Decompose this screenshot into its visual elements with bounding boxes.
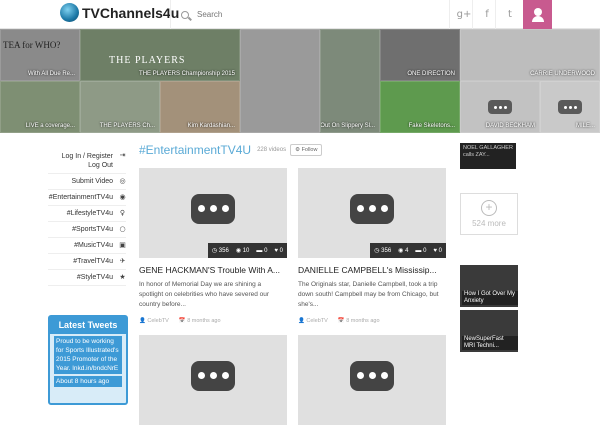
banner-tile[interactable]: Kid Wipes Out On Slippery Sl... — [320, 29, 380, 133]
video-stats: ◷ 356 ◉ 4 ▬ 0 ♥ 0 — [370, 243, 446, 258]
logo-text: TVChannels4u — [82, 4, 180, 21]
user-icon[interactable] — [523, 0, 552, 29]
sidebar-item[interactable]: Submit Video ◎ — [48, 174, 126, 190]
latest-tweets-widget: Latest Tweets Proud to be working for Sp… — [48, 315, 128, 405]
video-thumbnail[interactable]: ◷ 356 ◉ 10 ▬ 0 ♥ 0 — [139, 168, 287, 258]
video-title[interactable]: DANIELLE CAMPBELL's Mississip... — [298, 265, 446, 275]
video-card[interactable] — [298, 335, 446, 425]
tweets-title: Latest Tweets — [50, 317, 126, 334]
banner-caption: With All Due Re... — [27, 71, 75, 77]
banner-caption: DAVID BECKHAM — [485, 123, 535, 129]
follow-button[interactable]: ⚙ Follow — [290, 144, 323, 156]
search-input[interactable] — [197, 10, 397, 19]
search-bar[interactable] — [170, 0, 449, 29]
banner-tile[interactable] — [240, 29, 320, 133]
banner-tile[interactable]: THE PLAYERS THE PLAYERS Championship 2015 — [80, 29, 240, 81]
video-title[interactable]: GENE HACKMAN'S Trouble With A... — [139, 265, 287, 275]
video-description: The Originals star, Danielle Campbell, t… — [298, 281, 439, 308]
globe-icon — [60, 3, 79, 22]
more-videos-button[interactable]: + 524 more — [460, 193, 518, 235]
right-column: NOEL GALLAGHER calls ZAY... + 524 more H… — [460, 143, 518, 352]
banner-caption: THE PLAYERS Championship 2015 — [139, 71, 235, 77]
nav-icon: ★ — [119, 273, 126, 281]
sidebar-item[interactable]: #SportsTV4u ○ — [48, 222, 126, 238]
sidebar-item[interactable]: #TravelTV4u ✈ — [48, 254, 126, 270]
nav-icon: ✈ — [119, 257, 126, 265]
banner-caption: Kid Wipes Out On Slippery Sl... — [320, 123, 375, 129]
tweet-time: About 8 hours ago — [54, 376, 122, 387]
nav-icon: ▣ — [119, 241, 126, 249]
play-icon — [191, 360, 235, 391]
side-video[interactable]: How I Got Over My Anxiety — [460, 265, 518, 307]
promo-tile[interactable]: NOEL GALLAGHER calls ZAY... — [460, 143, 516, 169]
banner-tile[interactable]: ONE DIRECTION — [380, 29, 460, 81]
nav-icon: ◉ — [119, 193, 126, 201]
banner-caption: CARRIE UNDERWOOD — [530, 71, 595, 77]
banner-tile[interactable]: LIVE a coverage... — [0, 81, 80, 133]
main-content: #EntertainmentTV4U 228 videos ⚙ Follow — [139, 140, 449, 160]
banner-caption: THE PLAYERS Ch... — [99, 123, 155, 129]
banner-tile[interactable]: Kim Kardashian... — [160, 81, 240, 133]
top-bar: TVChannels4u g+ f t — [0, 0, 600, 29]
sidebar-item[interactable]: #LifestyleTV4u ♀ — [48, 206, 126, 222]
search-icon — [181, 10, 189, 19]
video-thumbnail[interactable] — [139, 335, 287, 425]
sidebar-item[interactable]: #StyleTV4u ★ — [48, 270, 126, 286]
video-placeholder-icon — [558, 100, 582, 114]
banner-caption: Fake Skeletons... — [408, 123, 455, 129]
twitter-icon[interactable]: t — [495, 0, 524, 29]
page-title: #EntertainmentTV4U — [139, 143, 252, 157]
banner-caption: Kim Kardashian... — [187, 123, 235, 129]
sidebar: Log In / Register Log Out ⇥ Submit Video ◎… — [48, 148, 126, 286]
banner-tile[interactable]: TEA for WHO? With All Due Re... — [0, 29, 80, 81]
banner-tile[interactable]: Fake Skeletons... — [380, 81, 460, 133]
video-count: 228 videos — [257, 147, 287, 153]
video-meta: 👤 CelebTV 📅 8 months ago — [139, 318, 221, 324]
banner-tile[interactable]: MILE... — [540, 81, 600, 133]
nav-icon: ○ — [119, 225, 126, 233]
video-card[interactable] — [139, 335, 287, 425]
nav-icon: ♀ — [119, 209, 126, 217]
tweet-text[interactable]: Proud to be working for Sports Illustrat… — [54, 336, 122, 374]
video-card[interactable]: ◷ 356 ◉ 10 ▬ 0 ♥ 0 GENE HACKMAN'S Trouble Wi… — [139, 168, 287, 324]
login-register-link[interactable]: Log In / Register Log Out ⇥ — [48, 148, 126, 174]
video-card[interactable]: ◷ 356 ◉ 4 ▬ 0 ♥ 0 DANIELLE CAMPBELL's Missis… — [298, 168, 446, 324]
play-icon — [350, 360, 394, 391]
banner-caption: MILE... — [575, 123, 595, 129]
banner-tile[interactable]: DAVID BECKHAM — [460, 81, 540, 133]
play-icon — [350, 193, 394, 224]
banner-caption: ONE DIRECTION — [407, 71, 455, 77]
login-icon: ⇥ — [119, 151, 126, 159]
video-meta: 👤 CelebTV 📅 8 months ago — [298, 318, 380, 324]
video-description: In honor of Memorial Day we are shining … — [139, 281, 270, 308]
video-stats: ◷ 356 ◉ 10 ▬ 0 ♥ 0 — [207, 243, 287, 258]
banner-caption: LIVE a coverage... — [25, 123, 75, 129]
play-icon — [191, 193, 235, 224]
nav-icon: ◎ — [119, 177, 126, 185]
side-video[interactable]: NewSuperFast MRI Techni... — [460, 310, 518, 352]
video-placeholder-icon — [488, 100, 512, 114]
banner-tile[interactable]: CARRIE UNDERWOOD — [460, 29, 600, 81]
video-thumbnail[interactable]: ◷ 356 ◉ 4 ▬ 0 ♥ 0 — [298, 168, 446, 258]
banner-tile[interactable]: THE PLAYERS Ch... — [80, 81, 160, 133]
featured-banner: TEA for WHO? With All Due Re... THE PLAYER… — [0, 29, 600, 133]
site-logo[interactable]: TVChannels4u — [60, 3, 179, 22]
video-thumbnail[interactable] — [298, 335, 446, 425]
sidebar-item[interactable]: #EntertainmentTV4u ◉ — [48, 190, 126, 206]
plus-icon: + — [481, 200, 497, 216]
sidebar-item[interactable]: #MusicTV4u ▣ — [48, 238, 126, 254]
